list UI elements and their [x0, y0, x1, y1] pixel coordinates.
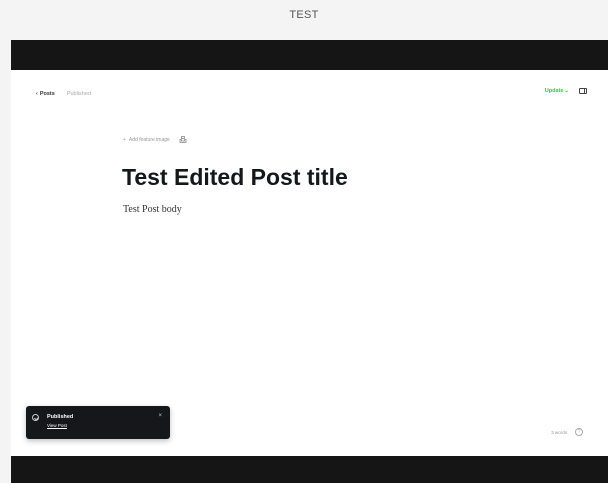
sidebar-toggle-icon[interactable]: [579, 88, 587, 94]
post-title[interactable]: Test Edited Post title: [122, 164, 348, 191]
page-caption: TEST: [289, 9, 319, 21]
bottom-bar: [11, 456, 608, 483]
editor-window: ‹ Posts Published Update ⌄ + Add feature …: [11, 40, 608, 483]
close-icon[interactable]: ×: [158, 413, 162, 419]
help-icon[interactable]: ?: [575, 428, 583, 436]
editor-header-left: ‹ Posts Published: [36, 91, 91, 97]
word-count: 3 words: [551, 429, 567, 435]
add-feature-image-button[interactable]: + Add feature image: [123, 137, 170, 143]
update-button[interactable]: Update ⌄: [545, 88, 569, 94]
post-status: Published: [66, 91, 91, 97]
update-label: Update: [544, 88, 564, 94]
post-body[interactable]: Test Post body: [123, 204, 182, 215]
published-toast: Published View Post ×: [26, 406, 170, 439]
check-circle-icon: [32, 414, 39, 421]
feature-image-row: + Add feature image: [123, 136, 187, 143]
unsplash-icon[interactable]: [179, 136, 187, 143]
top-bar: [11, 40, 608, 70]
chevron-down-icon: ⌄: [564, 88, 569, 94]
toast-title: Published: [47, 414, 74, 420]
back-label: Posts: [39, 91, 55, 97]
back-arrow-icon: ‹: [36, 91, 38, 97]
add-feature-image-label: Add feature image: [128, 136, 170, 143]
view-post-link[interactable]: View Post: [47, 423, 67, 428]
editor-footer: 3 words ?: [551, 428, 583, 436]
back-to-posts-link[interactable]: ‹ Posts: [36, 91, 55, 97]
plus-icon: +: [123, 136, 126, 143]
editor-header-right: Update ⌄: [545, 88, 587, 94]
